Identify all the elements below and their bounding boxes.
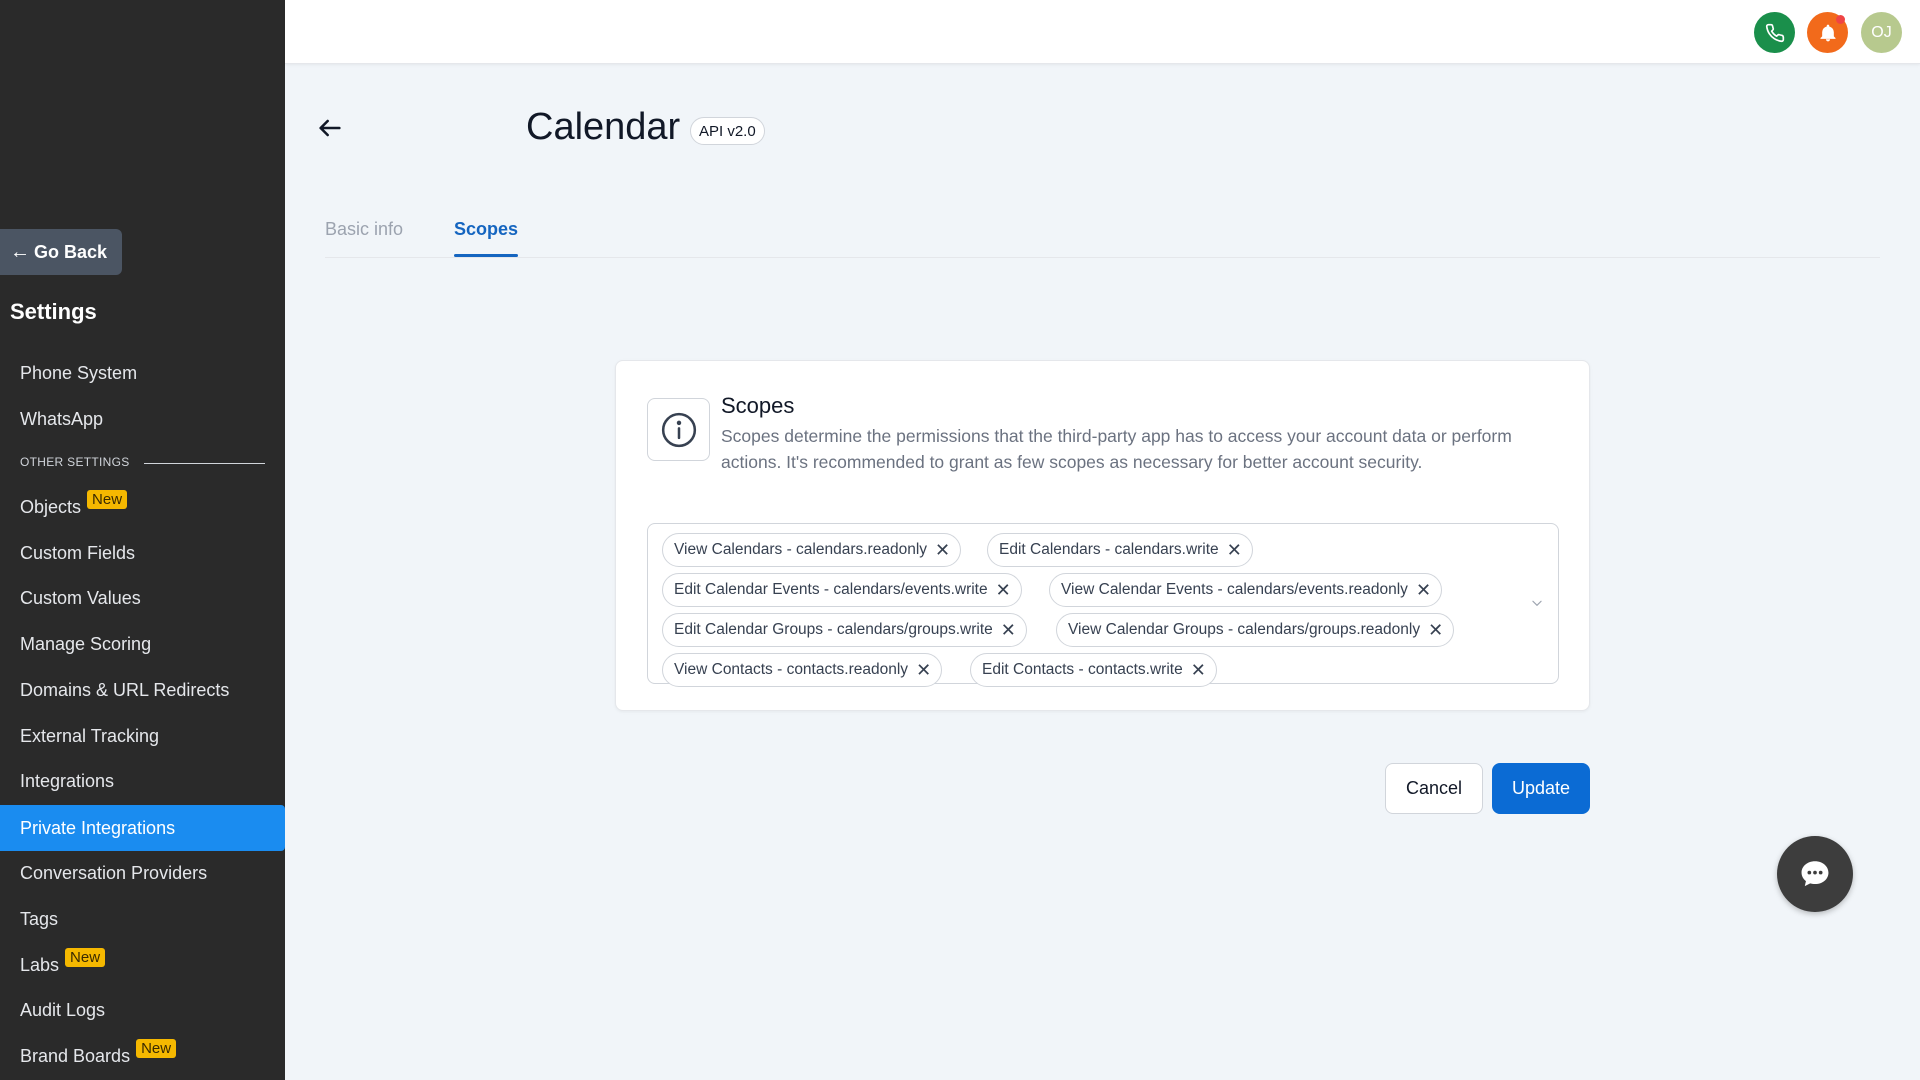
- sidebar-item-phone-system[interactable]: Phone System: [0, 350, 285, 396]
- sidebar-item-label: Phone System: [20, 362, 138, 383]
- sidebar-item-tags[interactable]: Tags: [0, 896, 285, 942]
- remove-scope-icon[interactable]: ✕: [1227, 541, 1242, 559]
- remove-scope-icon[interactable]: ✕: [1428, 621, 1443, 639]
- avatar[interactable]: OJ: [1861, 12, 1902, 53]
- scope-chip-label: Edit Calendar Events - calendars/events.…: [674, 581, 988, 598]
- tab-basic-info[interactable]: Basic info: [325, 219, 403, 240]
- new-badge: New: [65, 947, 106, 967]
- remove-scope-icon[interactable]: ✕: [1001, 621, 1016, 639]
- sidebar-item-manage-scoring[interactable]: Manage Scoring: [0, 621, 285, 667]
- phone-button[interactable]: [1754, 12, 1795, 53]
- new-badge: New: [87, 489, 128, 509]
- scope-chip: Edit Calendar Groups - calendars/groups.…: [662, 613, 1027, 647]
- section-divider: [144, 463, 265, 464]
- sidebar-item-conversation-providers[interactable]: Conversation Providers: [0, 850, 285, 896]
- remove-scope-icon[interactable]: ✕: [935, 541, 950, 559]
- scope-chip: Edit Calendars - calendars.write ✕: [987, 533, 1253, 567]
- sidebar-item-label: Integrations: [20, 770, 115, 791]
- section-label-other-settings: OTHER SETTINGS: [20, 455, 130, 469]
- remove-scope-icon[interactable]: ✕: [916, 661, 931, 679]
- sidebar: ← Go Back Settings Phone System WhatsApp…: [0, 0, 285, 1080]
- sidebar-item-brand-boards[interactable]: Brand Boards New: [0, 1033, 285, 1079]
- chevron-down-icon[interactable]: [1530, 596, 1544, 610]
- scope-chip-label: View Contacts - contacts.readonly: [674, 661, 909, 678]
- tab-scopes[interactable]: Scopes: [454, 219, 518, 240]
- scope-chip: View Contacts - contacts.readonly ✕: [662, 653, 943, 687]
- scope-chip-label: Edit Calendars - calendars.write: [999, 541, 1219, 558]
- sidebar-item-objects[interactable]: Objects New: [0, 484, 285, 530]
- sidebar-item-whatsapp[interactable]: WhatsApp: [0, 396, 285, 442]
- sidebar-item-label: External Tracking: [20, 725, 160, 746]
- top-bar: OJ: [285, 0, 1920, 64]
- notifications-button[interactable]: [1807, 12, 1848, 53]
- sidebar-item-label: Custom Fields: [20, 542, 136, 563]
- tabs-divider: [325, 257, 1880, 258]
- sidebar-item-audit-logs[interactable]: Audit Logs: [0, 987, 285, 1033]
- scope-chip-label: View Calendar Groups - calendars/groups.…: [1068, 621, 1421, 638]
- new-badge: New: [136, 1038, 177, 1058]
- phone-icon: [1765, 23, 1784, 42]
- sidebar-item-label: Manage Scoring: [20, 633, 152, 654]
- sidebar-item-external-tracking[interactable]: External Tracking: [0, 713, 285, 759]
- app-logo: [338, 96, 518, 176]
- page-title: Calendar: [526, 106, 681, 148]
- arrow-left-icon[interactable]: [316, 114, 344, 142]
- cancel-button[interactable]: Cancel: [1385, 763, 1483, 814]
- sidebar-item-label: Objects: [20, 496, 82, 517]
- scope-chip-label: Edit Contacts - contacts.write: [982, 661, 1183, 678]
- scopes-multiselect[interactable]: View Calendars - calendars.readonly ✕ Edit…: [647, 523, 1559, 687]
- scope-chip-label: Edit Calendar Groups - calendars/groups.…: [674, 621, 993, 638]
- card-description: Scopes determine the permissions that th…: [721, 426, 1512, 472]
- sidebar-item-label: WhatsApp: [20, 408, 104, 429]
- arrow-left-icon: ←: [10, 240, 30, 263]
- go-back-label: Go Back: [34, 241, 108, 262]
- sidebar-item-label: Custom Values: [20, 587, 141, 608]
- update-button[interactable]: Update: [1492, 763, 1590, 814]
- sidebar-item-label: Private Integrations: [20, 817, 176, 838]
- scopes-card: Scopes Scopes determine the permissions …: [615, 360, 1590, 711]
- remove-scope-icon[interactable]: ✕: [996, 581, 1011, 599]
- remove-scope-icon[interactable]: ✕: [1416, 581, 1431, 599]
- api-version-badge: API v2.0: [690, 117, 765, 145]
- sidebar-item-custom-fields[interactable]: Custom Fields: [0, 530, 285, 576]
- card-title: Scopes: [721, 393, 795, 418]
- sidebar-item-labs[interactable]: Labs New: [0, 942, 285, 988]
- chat-button[interactable]: [1777, 836, 1853, 912]
- sidebar-item-label: Labs: [20, 954, 60, 975]
- info-icon: [661, 412, 696, 447]
- sidebar-item-label: Domains & URL Redirects: [20, 679, 230, 700]
- remove-scope-icon[interactable]: ✕: [1191, 661, 1206, 679]
- bell-icon: [1820, 24, 1835, 41]
- scope-chip-label: View Calendars - calendars.readonly: [674, 541, 928, 558]
- scope-chip: View Calendars - calendars.readonly ✕: [662, 533, 962, 567]
- scope-chip: Edit Contacts - contacts.write ✕: [970, 653, 1217, 687]
- sidebar-item-domains[interactable]: Domains & URL Redirects: [0, 667, 285, 713]
- settings-title: Settings: [10, 299, 97, 324]
- sidebar-item-integrations[interactable]: Integrations: [0, 758, 285, 804]
- sidebar-item-private-integrations[interactable]: Private Integrations: [0, 805, 285, 851]
- chat-bubble-icon: [1801, 861, 1829, 887]
- sidebar-item-label: Brand Boards: [20, 1045, 131, 1066]
- scope-chip: Edit Calendar Events - calendars/events.…: [662, 573, 1022, 607]
- notification-dot: [1836, 15, 1845, 24]
- info-icon-box: [647, 398, 710, 461]
- sidebar-item-label: Conversation Providers: [20, 862, 208, 883]
- scope-chip: View Calendar Groups - calendars/groups.…: [1056, 613, 1455, 647]
- sidebar-item-custom-values[interactable]: Custom Values: [0, 575, 285, 621]
- sidebar-item-label: Audit Logs: [20, 999, 106, 1020]
- scope-chip: View Calendar Events - calendars/events.…: [1049, 573, 1443, 607]
- go-back-button[interactable]: ← Go Back: [0, 229, 122, 275]
- sidebar-item-label: Tags: [20, 908, 59, 929]
- scope-chip-label: View Calendar Events - calendars/events.…: [1061, 581, 1408, 598]
